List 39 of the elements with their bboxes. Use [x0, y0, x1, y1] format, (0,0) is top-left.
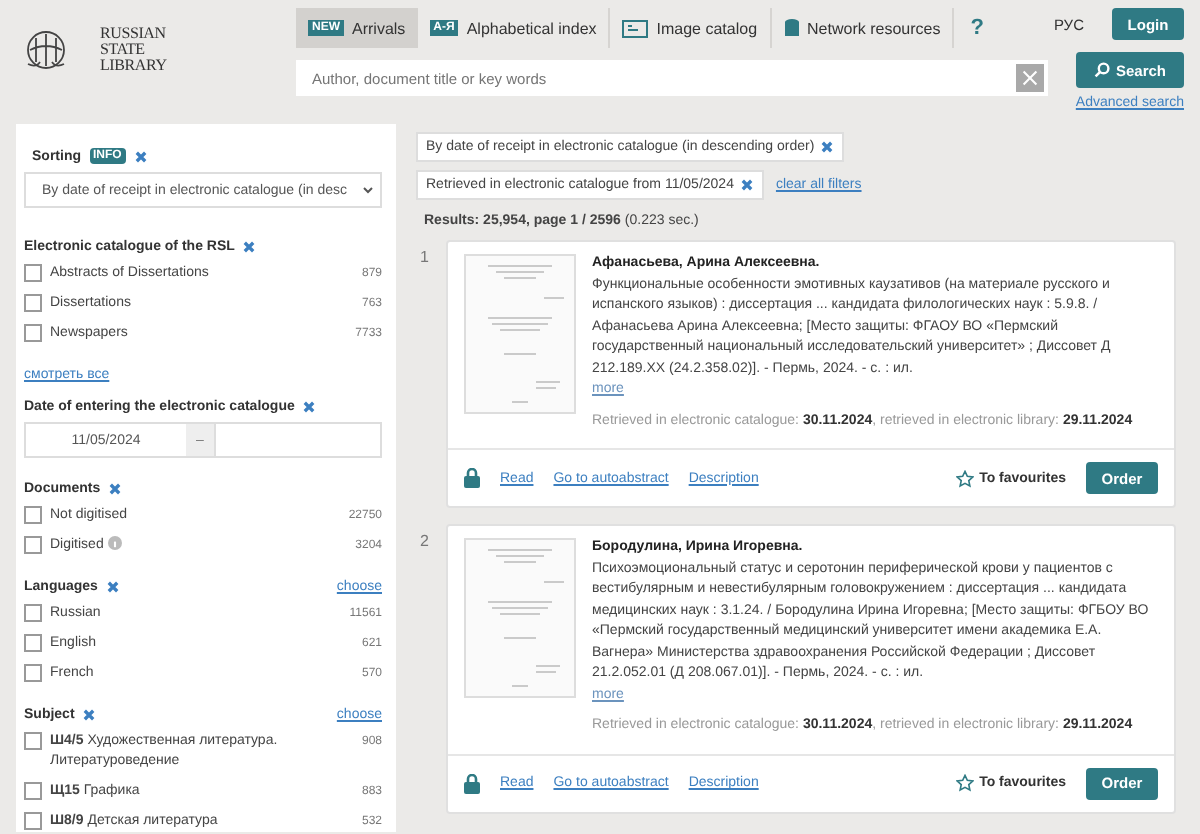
nav-tab-label: Image catalog — [656, 19, 758, 37]
nav-tab-label: Arrivals — [352, 19, 406, 37]
chevron-icon — [362, 186, 374, 194]
nav-tab[interactable]: Network resources — [771, 8, 955, 48]
lock-icon — [464, 773, 480, 793]
result-number: 1 — [418, 246, 431, 270]
nav-tab-label: Network resources — [807, 19, 941, 37]
checkbox[interactable] — [24, 536, 42, 554]
remove-icon[interactable] — [105, 580, 120, 594]
checkbox[interactable] — [24, 264, 42, 282]
checkbox[interactable] — [24, 782, 42, 800]
picture-frame-icon — [622, 19, 649, 37]
checkbox[interactable] — [24, 506, 42, 524]
star-icon — [955, 774, 974, 792]
remove-icon[interactable] — [302, 400, 317, 414]
star-icon — [955, 469, 974, 487]
checkbox[interactable] — [24, 634, 42, 652]
remove-icon[interactable] — [739, 178, 754, 192]
remove-icon[interactable] — [108, 482, 123, 496]
checkbox[interactable] — [24, 812, 42, 830]
result-number: 2 — [418, 530, 431, 554]
checkbox[interactable] — [24, 732, 42, 750]
checkbox[interactable] — [24, 294, 42, 312]
checkbox[interactable] — [24, 664, 42, 682]
checkbox[interactable] — [24, 324, 42, 342]
library-name: RUSSIAN STATE LIBRARY — [100, 26, 167, 74]
close-icon — [1022, 70, 1038, 86]
checkbox[interactable] — [24, 604, 42, 622]
remove-icon[interactable] — [242, 240, 257, 254]
help-link[interactable]: ? — [954, 16, 1000, 40]
clear-button[interactable] — [1016, 64, 1044, 92]
remove-icon[interactable] — [820, 140, 835, 154]
nav-tab-label: Alphabetical index — [466, 19, 597, 37]
database-icon — [783, 18, 800, 38]
remove-icon[interactable] — [82, 708, 97, 722]
search-icon — [1093, 62, 1110, 78]
lock-icon — [464, 468, 480, 488]
remove-icon[interactable] — [133, 149, 148, 163]
nav-tab[interactable]: Image catalog — [610, 8, 772, 48]
